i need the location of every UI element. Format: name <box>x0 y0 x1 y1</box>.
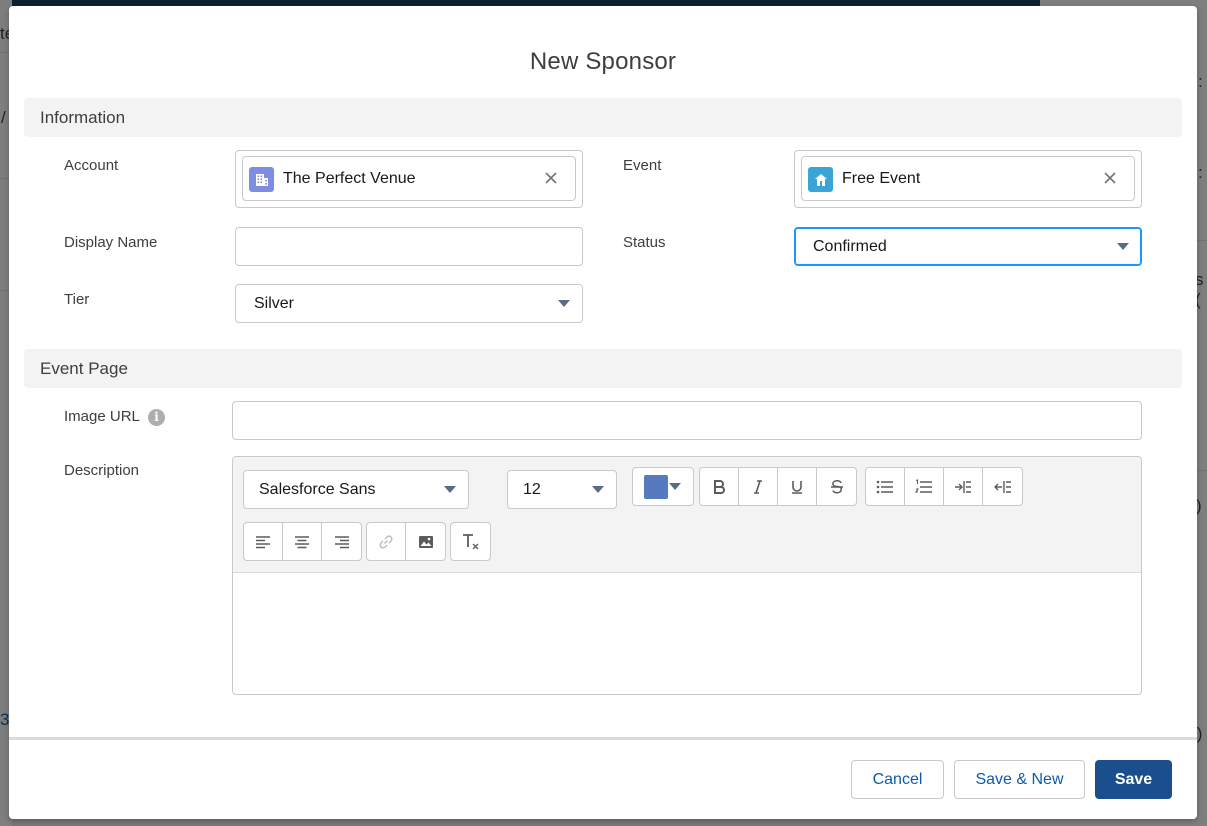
new-sponsor-modal: New Sponsor Information Account The Perf… <box>9 6 1197 819</box>
font-family-select[interactable]: Salesforce Sans <box>243 470 469 509</box>
event-icon <box>808 167 833 192</box>
underline-button[interactable] <box>778 468 817 505</box>
tier-label: Tier <box>64 291 90 308</box>
account-building-icon <box>249 167 274 192</box>
align-left-button[interactable] <box>244 523 283 560</box>
image-url-input[interactable] <box>232 401 1142 440</box>
account-label: Account <box>64 157 119 174</box>
align-left-icon <box>256 535 270 548</box>
account-pill[interactable]: The Perfect Venue <box>242 156 576 201</box>
indent-icon <box>955 480 971 493</box>
strikethrough-icon <box>830 479 843 493</box>
numbered-list-icon <box>915 478 932 493</box>
event-pill[interactable]: Free Event <box>801 156 1135 201</box>
chevron-down-icon <box>669 483 681 490</box>
numbered-list-button[interactable] <box>905 468 944 505</box>
outdent-icon <box>993 480 1011 493</box>
bulleted-list-button[interactable] <box>866 468 905 505</box>
link-button[interactable] <box>367 523 406 560</box>
account-value: The Perfect Venue <box>283 170 416 187</box>
font-size-value: 12 <box>523 481 541 498</box>
indent-button[interactable] <box>944 468 983 505</box>
align-button-group <box>243 522 362 561</box>
event-lookup: Free Event <box>794 150 1142 208</box>
clear-formatting-button[interactable] <box>451 523 490 560</box>
editor-toolbar: Salesforce Sans 12 <box>233 457 1141 573</box>
italic-button[interactable] <box>739 468 778 505</box>
description-editor-body[interactable] <box>233 574 1141 694</box>
status-select[interactable]: Confirmed <box>794 227 1142 266</box>
insert-button-group <box>366 522 446 561</box>
color-swatch <box>644 475 668 499</box>
event-remove-icon[interactable] <box>1100 168 1120 188</box>
display-name-label: Display Name <box>64 234 158 251</box>
chevron-down-icon <box>1117 243 1129 250</box>
tier-select[interactable]: Silver <box>235 284 583 323</box>
description-rich-text-editor: Salesforce Sans 12 <box>232 456 1142 695</box>
font-family-value: Salesforce Sans <box>259 481 376 498</box>
align-center-icon <box>295 535 309 548</box>
align-right-icon <box>334 535 349 548</box>
bulleted-list-icon <box>876 480 893 493</box>
clear-format-button-group <box>450 522 491 561</box>
list-button-group <box>865 467 1023 506</box>
status-label: Status <box>623 234 666 251</box>
outdent-button[interactable] <box>983 468 1022 505</box>
info-icon[interactable]: i <box>148 409 165 426</box>
text-color-button[interactable] <box>632 467 694 506</box>
account-lookup: The Perfect Venue <box>235 150 583 208</box>
event-value: Free Event <box>842 170 921 187</box>
format-button-group <box>699 467 857 506</box>
tier-value: Silver <box>254 295 295 312</box>
event-label: Event <box>623 157 662 174</box>
save-and-new-button[interactable]: Save & New <box>954 760 1085 799</box>
cancel-button[interactable]: Cancel <box>851 760 944 799</box>
account-remove-icon[interactable] <box>541 168 561 188</box>
status-value: Confirmed <box>813 238 887 255</box>
section-header-event-page[interactable]: Event Page <box>24 349 1182 388</box>
footer-divider <box>9 737 1197 740</box>
description-label: Description <box>64 462 140 479</box>
font-size-select[interactable]: 12 <box>507 470 617 509</box>
save-button[interactable]: Save <box>1095 760 1172 799</box>
bold-icon <box>714 479 725 494</box>
modal-title: New Sponsor <box>529 48 677 75</box>
align-right-button[interactable] <box>322 523 361 560</box>
image-icon <box>418 535 433 548</box>
align-center-button[interactable] <box>283 523 322 560</box>
section-header-information[interactable]: Information <box>24 98 1182 137</box>
link-icon <box>379 534 393 549</box>
clear-formatting-icon <box>462 533 478 549</box>
image-button[interactable] <box>406 523 445 560</box>
italic-icon <box>754 479 762 494</box>
bold-button[interactable] <box>700 468 739 505</box>
image-url-label: Image URL <box>64 408 140 425</box>
underline-icon <box>792 480 802 494</box>
display-name-input[interactable] <box>235 227 583 266</box>
chevron-down-icon <box>592 486 604 493</box>
chevron-down-icon <box>558 300 570 307</box>
strikethrough-button[interactable] <box>817 468 856 505</box>
chevron-down-icon <box>444 486 456 493</box>
